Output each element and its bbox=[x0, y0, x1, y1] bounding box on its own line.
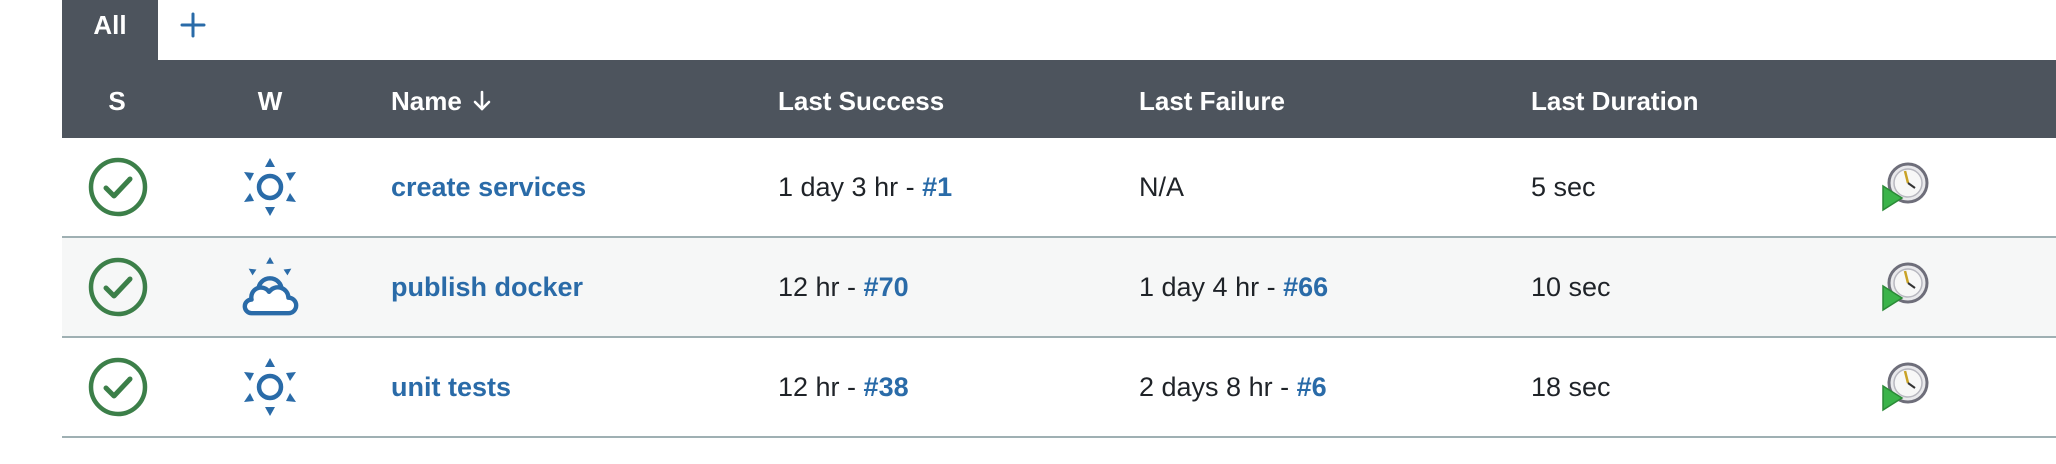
last-success-cell: 12 hr - #70 bbox=[778, 238, 909, 336]
header-last-duration[interactable]: Last Duration bbox=[1531, 60, 1699, 138]
last-success-time: 12 hr bbox=[778, 271, 840, 302]
schedule-build-button[interactable] bbox=[1878, 138, 1934, 236]
header-name-label: Name bbox=[391, 86, 462, 116]
header-name[interactable]: Name bbox=[391, 60, 492, 138]
last-duration: 5 sec bbox=[1531, 171, 1596, 202]
table-row: create services 1 day 3 hr - #1 N/A 5 se… bbox=[62, 138, 2056, 238]
add-view-button[interactable] bbox=[158, 0, 228, 60]
success-check-icon bbox=[88, 357, 148, 417]
header-status[interactable]: S bbox=[100, 60, 134, 138]
last-success-build-link[interactable]: #1 bbox=[922, 172, 952, 203]
last-duration-cell: 10 sec bbox=[1531, 238, 1611, 336]
last-success-cell: 12 hr - #38 bbox=[778, 338, 909, 436]
separator: - bbox=[1259, 271, 1284, 302]
table-row: publish docker 12 hr - #70 1 day 4 hr - … bbox=[62, 238, 2056, 338]
status-cell bbox=[86, 138, 150, 236]
job-name-cell: unit tests bbox=[391, 338, 511, 436]
last-failure-build-link[interactable]: #6 bbox=[1297, 372, 1327, 403]
last-failure-cell: N/A bbox=[1139, 138, 1184, 236]
status-cell bbox=[86, 338, 150, 436]
job-name-cell: create services bbox=[391, 138, 586, 236]
job-name-cell: publish docker bbox=[391, 238, 583, 336]
tab-all[interactable]: All bbox=[62, 0, 158, 60]
weather-cell bbox=[238, 338, 302, 436]
status-cell bbox=[86, 238, 150, 336]
last-duration: 10 sec bbox=[1531, 271, 1611, 302]
header-last-failure[interactable]: Last Failure bbox=[1139, 60, 1285, 138]
sun-icon bbox=[244, 158, 296, 216]
last-success-time: 12 hr bbox=[778, 371, 840, 402]
schedule-build-icon bbox=[1882, 262, 1929, 312]
last-duration-cell: 5 sec bbox=[1531, 138, 1596, 236]
plus-icon bbox=[180, 12, 206, 38]
sun-icon bbox=[244, 358, 296, 416]
last-failure-build-link[interactable]: #66 bbox=[1283, 272, 1328, 303]
job-link[interactable]: publish docker bbox=[391, 272, 583, 303]
separator: - bbox=[898, 171, 923, 202]
arrow-down-icon bbox=[473, 90, 491, 111]
separator: - bbox=[1272, 371, 1297, 402]
last-duration-cell: 18 sec bbox=[1531, 338, 1611, 436]
last-duration: 18 sec bbox=[1531, 371, 1611, 402]
last-failure-cell: 2 days 8 hr - #6 bbox=[1139, 338, 1327, 436]
view-tabs: All bbox=[62, 0, 228, 60]
separator: - bbox=[839, 371, 864, 402]
last-failure-time: N/A bbox=[1139, 171, 1185, 202]
last-success-build-link[interactable]: #70 bbox=[864, 272, 909, 303]
last-failure-time: 2 days 8 hr bbox=[1139, 371, 1273, 402]
job-link[interactable]: create services bbox=[391, 172, 586, 203]
job-link[interactable]: unit tests bbox=[391, 372, 511, 403]
weather-cell bbox=[238, 238, 302, 336]
last-success-cell: 1 day 3 hr - #1 bbox=[778, 138, 952, 236]
weather-cell bbox=[238, 138, 302, 236]
jobs-table: S W Name Last Success Last Failure Last … bbox=[62, 60, 2056, 438]
schedule-build-icon bbox=[1882, 362, 1929, 412]
table-header: S W Name Last Success Last Failure Last … bbox=[62, 60, 2056, 138]
schedule-build-icon bbox=[1882, 162, 1929, 212]
schedule-build-button[interactable] bbox=[1878, 338, 1934, 436]
header-weather[interactable]: W bbox=[250, 60, 290, 138]
sun-cloud-icon bbox=[242, 256, 299, 316]
last-success-time: 1 day 3 hr bbox=[778, 171, 899, 202]
last-success-build-link[interactable]: #38 bbox=[864, 372, 909, 403]
jenkins-dashboard: All S W Name Last Success Last Failure L… bbox=[0, 0, 2056, 464]
schedule-build-button[interactable] bbox=[1878, 238, 1934, 336]
header-last-success[interactable]: Last Success bbox=[778, 60, 944, 138]
success-check-icon bbox=[88, 157, 148, 217]
success-check-icon bbox=[88, 257, 148, 317]
table-row: unit tests 12 hr - #38 2 days 8 hr - #6 … bbox=[62, 338, 2056, 438]
last-failure-time: 1 day 4 hr bbox=[1139, 271, 1260, 302]
separator: - bbox=[839, 271, 864, 302]
last-failure-cell: 1 day 4 hr - #66 bbox=[1139, 238, 1328, 336]
